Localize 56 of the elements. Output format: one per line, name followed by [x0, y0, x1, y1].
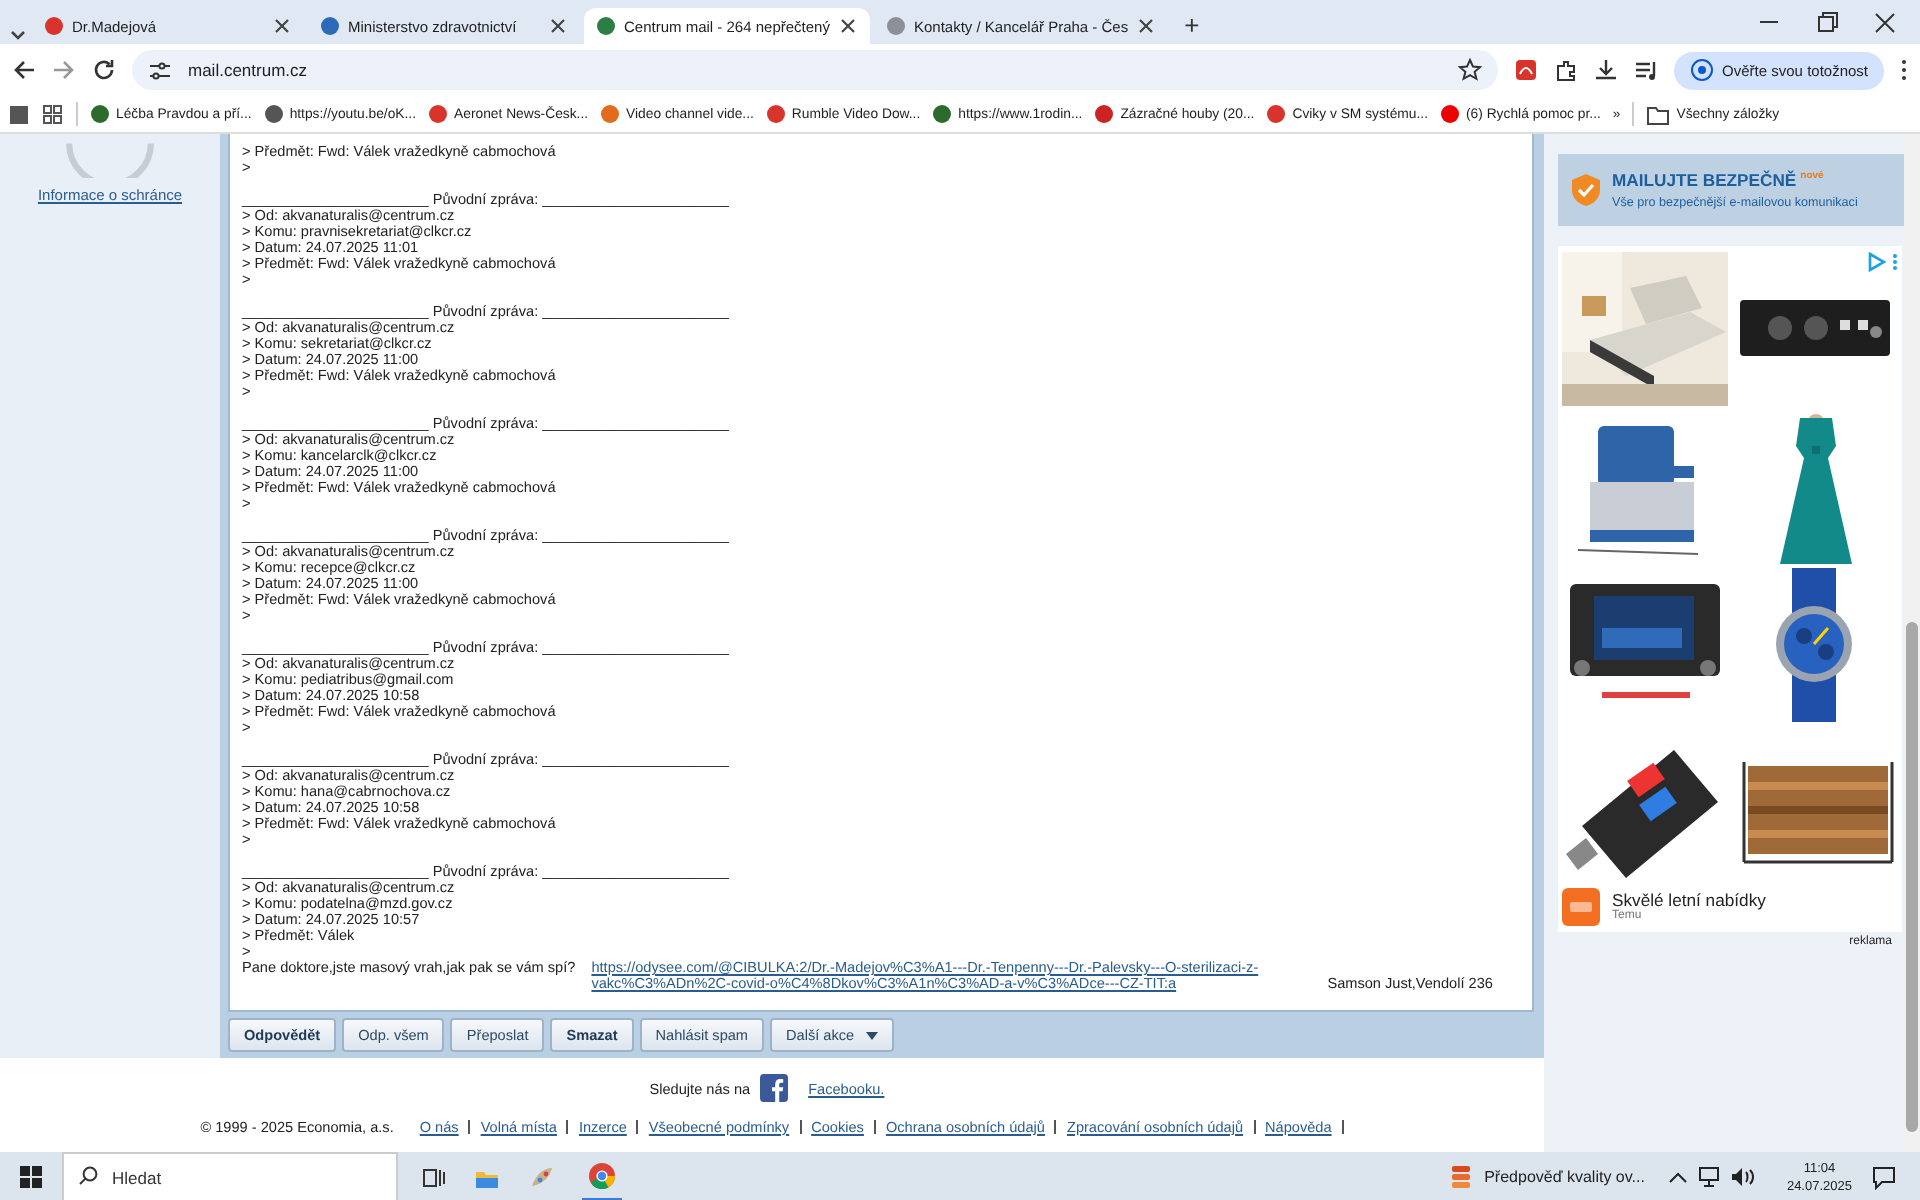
play-icon[interactable]: [1868, 252, 1886, 272]
close-icon[interactable]: [272, 16, 292, 36]
start-icon[interactable]: [20, 1166, 42, 1188]
scrollbar[interactable]: [1904, 134, 1920, 1152]
speaker-icon[interactable]: [1730, 1166, 1755, 1188]
favicon-icon: [600, 104, 621, 124]
caret-icon: [866, 1031, 879, 1039]
favicon-icon: [320, 16, 340, 36]
tab-list-icon[interactable]: [8, 26, 28, 44]
shop-logo-icon: [1562, 887, 1600, 925]
weather-icon: [1450, 1164, 1473, 1190]
reload-icon[interactable]: [92, 58, 116, 82]
network-icon[interactable]: [1698, 1166, 1721, 1188]
new-tab-button[interactable]: +: [1172, 8, 1212, 44]
menu-icon[interactable]: [1900, 58, 1908, 82]
scrollbar-thumb[interactable]: [1906, 622, 1918, 1132]
address-bar[interactable]: mail.centrum.cz: [132, 50, 1499, 90]
folder-icon: [1646, 103, 1671, 125]
site-settings-icon[interactable]: [148, 59, 172, 81]
favicon-icon: [428, 104, 449, 124]
favicon-icon: [885, 16, 906, 36]
favicon-icon: [44, 16, 64, 36]
close-icon[interactable]: [837, 16, 858, 36]
facebook-icon[interactable]: [760, 1074, 789, 1102]
shield-icon: [1570, 172, 1602, 208]
favicon-icon: [263, 104, 284, 124]
task-view-icon[interactable]: [422, 1165, 446, 1189]
banner-title: MAILUJTE BEZPEČNĚ: [1612, 170, 1797, 190]
back-icon[interactable]: [12, 58, 36, 82]
favicon-icon: [765, 104, 786, 124]
download-icon[interactable]: [1594, 58, 1619, 82]
weather-widget[interactable]: Předpověď kvality ov...: [1450, 1164, 1645, 1190]
favicon-icon: [1266, 104, 1287, 124]
offer-title: Skvělé letní nabídky: [1612, 890, 1766, 910]
forward-icon[interactable]: [52, 58, 76, 82]
close-icon[interactable]: [548, 16, 568, 36]
favicon-icon: [932, 104, 953, 124]
puzzle-icon[interactable]: [1554, 58, 1579, 82]
apps-icon[interactable]: [42, 103, 64, 125]
favicon-icon: [90, 104, 110, 124]
star-icon[interactable]: [1458, 58, 1483, 82]
palette-icon[interactable]: [528, 1165, 554, 1189]
chevron-up-icon[interactable]: [1668, 1169, 1689, 1185]
favicon-icon: [1094, 104, 1115, 124]
media-icon[interactable]: [1634, 58, 1659, 82]
restore-icon[interactable]: [1816, 12, 1838, 32]
notifications-icon[interactable]: [1872, 1165, 1896, 1189]
more-icon[interactable]: [1892, 252, 1898, 272]
taskbar-search-field[interactable]: Hledat: [62, 1152, 398, 1200]
favicon-icon: [596, 16, 616, 36]
close-icon[interactable]: [1136, 16, 1157, 36]
identity-icon: [1690, 58, 1715, 82]
favicon-icon: [1440, 104, 1460, 124]
close-icon[interactable]: [1874, 11, 1896, 33]
pdf-icon[interactable]: [1514, 58, 1539, 82]
sidebar-icon[interactable]: [8, 103, 30, 125]
